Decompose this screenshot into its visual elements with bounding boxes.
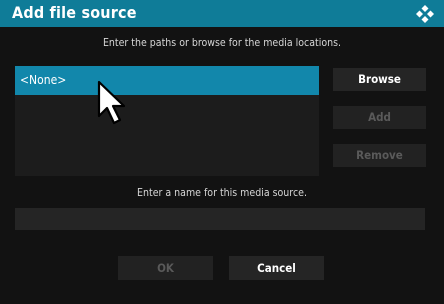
kodi-logo-icon xyxy=(416,5,434,23)
arrow-cursor-icon xyxy=(97,80,126,125)
ok-button[interactable]: OK xyxy=(118,256,213,280)
path-list[interactable]: <None> xyxy=(15,66,319,176)
paths-instruction: Enter the paths or browse for the media … xyxy=(102,37,342,49)
add-button[interactable]: Add xyxy=(333,106,426,129)
cancel-button[interactable]: Cancel xyxy=(229,256,324,280)
remove-button[interactable]: Remove xyxy=(333,144,426,167)
source-name-input[interactable] xyxy=(15,208,425,230)
name-instruction: Enter a name for this media source. xyxy=(137,187,307,199)
browse-button[interactable]: Browse xyxy=(333,68,426,91)
dialog-title-bar: Add file source xyxy=(0,0,444,27)
dialog-title: Add file source xyxy=(12,3,137,22)
path-list-item-none[interactable]: <None> xyxy=(15,66,319,95)
